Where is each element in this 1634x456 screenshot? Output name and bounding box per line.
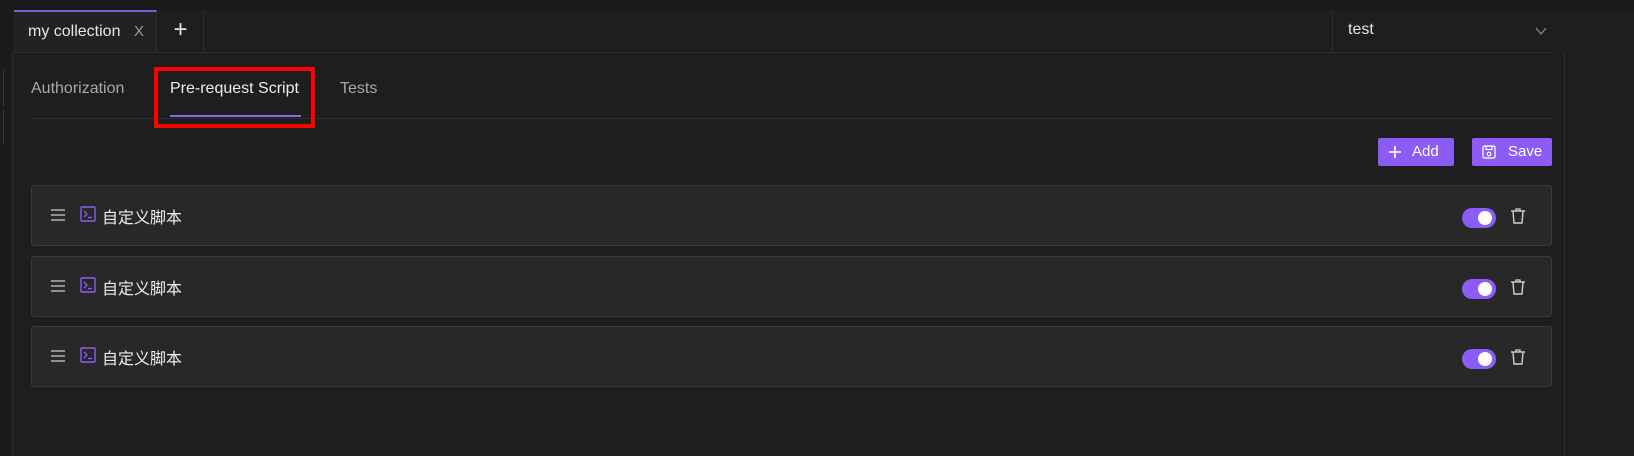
script-title: 自定义脚本	[102, 210, 183, 227]
drag-handle-icon[interactable]	[51, 349, 65, 363]
save-button-label: Save	[1508, 143, 1543, 160]
new-tab-button[interactable]: +	[158, 10, 204, 52]
enable-toggle[interactable]	[1462, 279, 1496, 299]
toggle-knob	[1478, 352, 1492, 366]
add-button[interactable]: Add	[1378, 138, 1454, 166]
window-top-strip	[0, 0, 1634, 10]
environment-select[interactable]: test	[1332, 10, 1564, 52]
terminal-icon	[80, 206, 96, 222]
script-row: 自定义脚本	[31, 256, 1552, 317]
script-title: 自定义脚本	[102, 351, 183, 368]
script-row: 自定义脚本	[31, 326, 1552, 387]
terminal-icon	[80, 347, 96, 363]
add-button-label: Add	[1412, 143, 1439, 160]
enable-toggle[interactable]	[1462, 208, 1496, 228]
close-icon[interactable]: X	[134, 23, 144, 40]
terminal-icon	[80, 277, 96, 293]
environment-value: test	[1348, 21, 1374, 38]
drag-handle-icon[interactable]	[51, 208, 65, 222]
save-icon	[1482, 145, 1496, 159]
toggle-knob	[1478, 211, 1492, 225]
drag-handle-icon[interactable]	[51, 279, 65, 293]
tab-my-collection[interactable]: my collection X	[14, 10, 157, 52]
script-row: 自定义脚本	[31, 185, 1552, 246]
script-title: 自定义脚本	[102, 281, 183, 298]
trash-icon[interactable]	[1510, 278, 1526, 296]
tab-authorization[interactable]: Authorization	[31, 80, 124, 98]
chevron-down-icon	[1535, 27, 1547, 36]
tab-bar: my collection X + test	[12, 10, 1634, 53]
tab-label: my collection	[28, 23, 121, 40]
plus-icon	[1389, 146, 1401, 158]
sidebar-edge-mark	[0, 110, 4, 144]
toggle-knob	[1478, 282, 1492, 296]
highlight-annotation-box	[154, 67, 315, 128]
enable-toggle[interactable]	[1462, 349, 1496, 369]
divider	[1564, 52, 1565, 456]
trash-icon[interactable]	[1510, 207, 1526, 225]
trash-icon[interactable]	[1510, 348, 1526, 366]
left-sidebar-edge	[0, 10, 13, 456]
sidebar-edge-mark	[0, 70, 4, 106]
save-button[interactable]: Save	[1472, 138, 1552, 166]
tab-tests[interactable]: Tests	[340, 80, 377, 98]
